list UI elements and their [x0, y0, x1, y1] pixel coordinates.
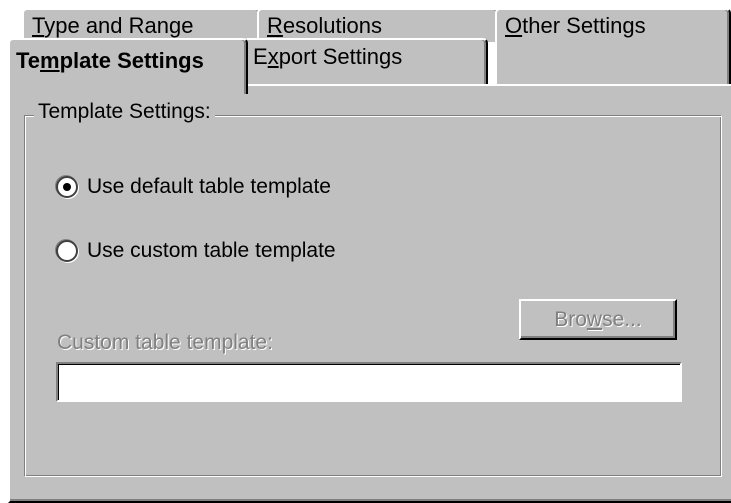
- tab-template-settings[interactable]: Template Settings: [8, 38, 248, 94]
- tab-type-and-range[interactable]: Type and Range: [22, 8, 262, 42]
- tab-label: Export Settings: [253, 44, 403, 69]
- tab-page-panel: Template Settings: Use default table tem…: [8, 84, 731, 503]
- template-settings-dialog-page: Type and Range Resolutions Other Setting…: [0, 0, 731, 503]
- tab-label: Template Settings: [16, 48, 204, 73]
- tab-label: Resolutions: [267, 13, 382, 38]
- template-settings-groupbox: [24, 115, 722, 477]
- tab-label: Other Settings: [505, 13, 646, 38]
- custom-template-field-label: Custom table template:: [57, 331, 273, 354]
- tab-resolutions[interactable]: Resolutions: [257, 8, 500, 42]
- custom-template-radio[interactable]: Use custom table template: [56, 239, 336, 263]
- browse-button-label: Browse...: [554, 307, 642, 331]
- groupbox-title: Template Settings:: [34, 100, 215, 124]
- tab-label: Type and Range: [32, 13, 194, 38]
- default-template-radio[interactable]: Use default table template: [56, 175, 331, 199]
- default-template-label: Use default table template: [87, 175, 331, 198]
- radio-unchecked-icon: [56, 240, 78, 262]
- custom-template-input[interactable]: [56, 362, 682, 402]
- custom-template-option-label: Use custom table template: [87, 239, 336, 262]
- radio-checked-icon: [56, 176, 78, 198]
- tab-export-settings[interactable]: Export Settings: [243, 38, 488, 88]
- browse-button[interactable]: Browse...: [519, 299, 677, 340]
